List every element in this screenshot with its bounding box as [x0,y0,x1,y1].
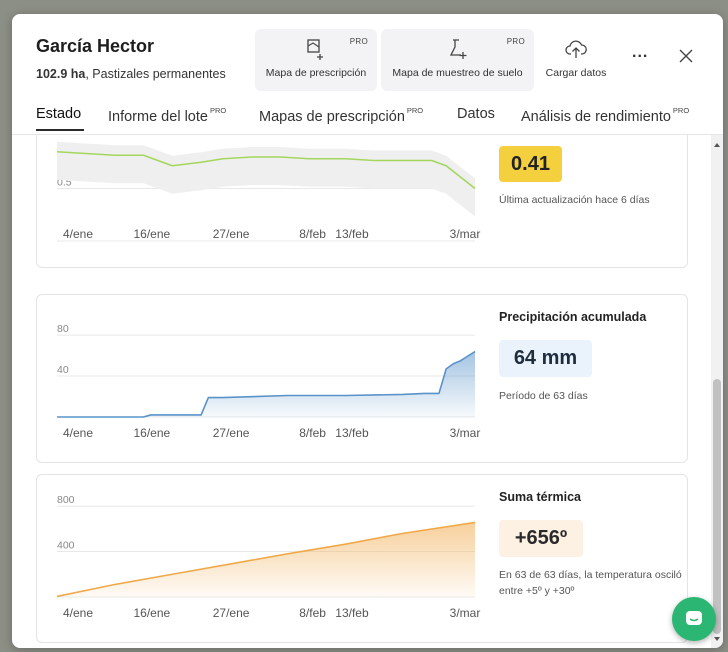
chat-icon [686,611,702,625]
tab-label: Mapas de prescripción [259,109,405,125]
ndvi-range-band [57,141,475,217]
field-panel: García Hector 102.9 ha, Pastizales perma… [12,14,723,648]
close-icon[interactable] [678,48,694,69]
thermal-sum-title: Suma térmica [499,490,581,504]
scroll-thumb[interactable] [713,379,721,634]
field-area: 102.9 ha [36,67,86,81]
content-area: 0.5 4/ene 16/ene 27/ene 8/feb 13/feb 3/mar 0.4… [12,135,723,648]
x-tick-label: 13/feb [335,227,369,241]
tab-estado[interactable]: Estado [36,106,81,122]
field-land-use: , Pastizales permanentes [85,67,226,81]
x-tick-label: 8/feb [299,426,326,440]
field-subtitle: 102.9 ha, Pastizales permanentes [36,67,226,81]
tab-mapas-de-prescripcion[interactable]: Mapas de prescripción PRO [259,106,423,125]
y-tick-label: 80 [57,323,69,335]
x-tick-label: 4/ene [63,227,93,241]
active-tab-indicator [36,129,84,131]
x-tick-label: 16/ene [133,426,170,440]
soil-sampling-map-label: Mapa de muestreo de suelo [392,67,523,79]
series-area [57,351,475,417]
panel-header: García Hector 102.9 ha, Pastizales perma… [12,14,723,104]
x-tick-label: 27/ene [213,426,250,440]
precipitation-value: 64 mm [499,340,592,377]
soil-sampling-map-button[interactable]: PRO Mapa de muestreo de suelo [381,29,534,91]
x-tick-label: 3/mar [450,227,481,241]
pro-badge: PRO [672,106,690,115]
precipitation-card: 40 80 4/ene 16/ene 27/ene 8/feb 13/feb 3/mar Pr… [36,294,688,463]
tab-datos[interactable]: Datos [457,106,495,122]
ndvi-note: Última actualización hace 6 días [499,194,650,206]
series-area [57,522,475,597]
flask-add-icon [447,37,469,61]
pro-badge: PRO [209,106,227,115]
tab-analisis-de-rendimiento[interactable]: Análisis de rendimiento PRO [521,106,689,125]
tab-label: Estado [36,106,82,122]
tab-label: Datos [457,106,495,122]
prescription-map-label: Mapa de prescripción [265,67,367,79]
chat-button[interactable] [672,597,716,641]
more-options-button[interactable]: ... [632,44,648,62]
y-tick-label: 800 [57,494,75,506]
ndvi-value: 0.41 [499,146,562,182]
tab-label: Análisis de rendimiento [521,109,671,125]
y-tick-label: 40 [57,364,69,376]
x-tick-label: 27/ene [213,227,250,241]
pro-badge: PRO [506,37,525,46]
scrollbar[interactable] [711,135,723,648]
thermal-sum-chart: 400 800 4/ene 16/ene 27/ene 8/feb 13/feb 3/mar [56,494,481,620]
pro-badge: PRO [406,106,424,115]
x-tick-label: 3/mar [450,426,481,440]
pro-badge: PRO [349,37,368,46]
ndvi-card: 0.5 4/ene 16/ene 27/ene 8/feb 13/feb 3/mar 0.4… [36,135,688,268]
x-tick-label: 16/ene [133,606,170,620]
x-tick-label: 8/feb [299,606,326,620]
thermal-sum-note: En 63 de 63 días, la temperatura osciló … [499,569,682,597]
prescription-map-button[interactable]: PRO Mapa de prescripción [255,29,377,91]
ndvi-chart: 0.54/ene 16/ene 27/ene 8/feb 13/feb 3/mar [56,141,481,242]
upload-data-button[interactable]: Cargar datos [540,29,612,91]
x-tick-label: 16/ene [133,227,170,241]
scroll-down-icon[interactable] [713,635,721,643]
y-tick-label: 400 [57,540,75,552]
x-tick-label: 27/ene [213,606,250,620]
tab-informe-del-lote[interactable]: Informe del lote PRO [108,106,226,125]
x-tick-label: 8/feb [299,227,326,241]
precipitation-note: Período de 63 días [499,390,588,402]
x-tick-label: 13/feb [335,426,369,440]
precipitation-title: Precipitación acumulada [499,310,647,324]
x-tick-label: 3/mar [450,606,481,620]
x-tick-label: 13/feb [335,606,369,620]
x-tick-label: 4/ene [63,426,93,440]
scroll-up-icon[interactable] [713,141,721,149]
x-tick-label: 4/ene [63,606,93,620]
thermal-sum-value: +656º [499,520,583,557]
tab-bar: Estado Informe del lote PRO Mapas de pres… [12,106,723,134]
cloud-upload-icon [564,37,588,61]
upload-data-label: Cargar datos [545,67,607,79]
thermal-sum-card: 400 800 4/ene 16/ene 27/ene 8/feb 13/feb 3/mar … [36,474,688,643]
field-title: García Hector [36,36,155,56]
map-add-icon [305,37,327,61]
precipitation-chart: 40 80 4/ene 16/ene 27/ene 8/feb 13/feb 3/mar [56,323,481,440]
tab-label: Informe del lote [108,109,208,125]
